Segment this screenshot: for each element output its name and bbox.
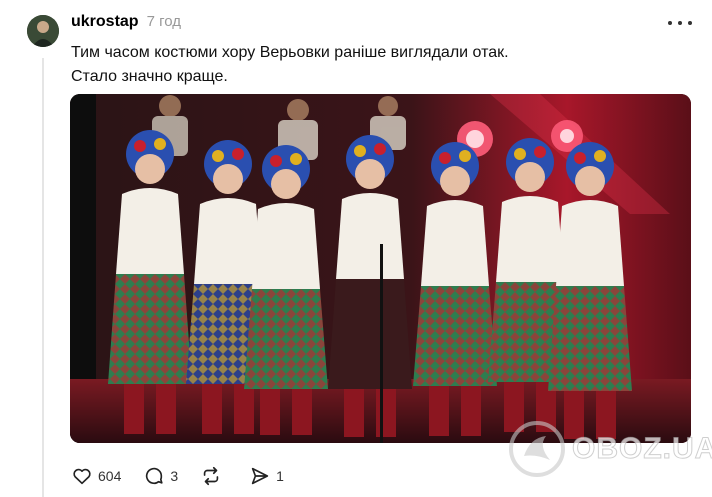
avatar[interactable] (27, 15, 59, 47)
watermark-text: OBOZ.UA (571, 432, 712, 466)
post-time[interactable]: 7 год (147, 13, 181, 30)
post-text-line-1: Тим часом костюми хору Верьовки раніше в… (71, 44, 509, 61)
send-icon (251, 467, 269, 485)
post-actions: 604 3 1 (71, 463, 306, 489)
watermark-logo-icon (509, 421, 565, 477)
share-count: 1 (276, 468, 284, 484)
like-button[interactable]: 604 (71, 465, 121, 487)
like-count: 604 (98, 468, 122, 484)
post-text: Тим часом костюми хору Верьовки раніше в… (71, 41, 691, 89)
avatar-image (27, 15, 59, 47)
username[interactable]: ukrostap (71, 13, 139, 31)
thread-line (42, 58, 44, 497)
post-text-line-2: Стало значно краще. (71, 68, 228, 85)
more-options-button[interactable] (668, 14, 692, 32)
comment-icon (146, 467, 163, 485)
reply-count: 3 (170, 468, 179, 484)
repost-icon (203, 466, 219, 486)
choir-photo (70, 94, 691, 443)
reply-button[interactable]: 3 (143, 465, 178, 487)
repost-button[interactable] (200, 465, 227, 487)
post-header: ukrostap 7 год (71, 13, 181, 35)
share-button[interactable]: 1 (249, 465, 284, 487)
heart-icon (73, 468, 91, 485)
post-photo[interactable] (70, 94, 691, 443)
more-icon (668, 21, 672, 25)
watermark: OBOZ.UA (508, 420, 712, 478)
